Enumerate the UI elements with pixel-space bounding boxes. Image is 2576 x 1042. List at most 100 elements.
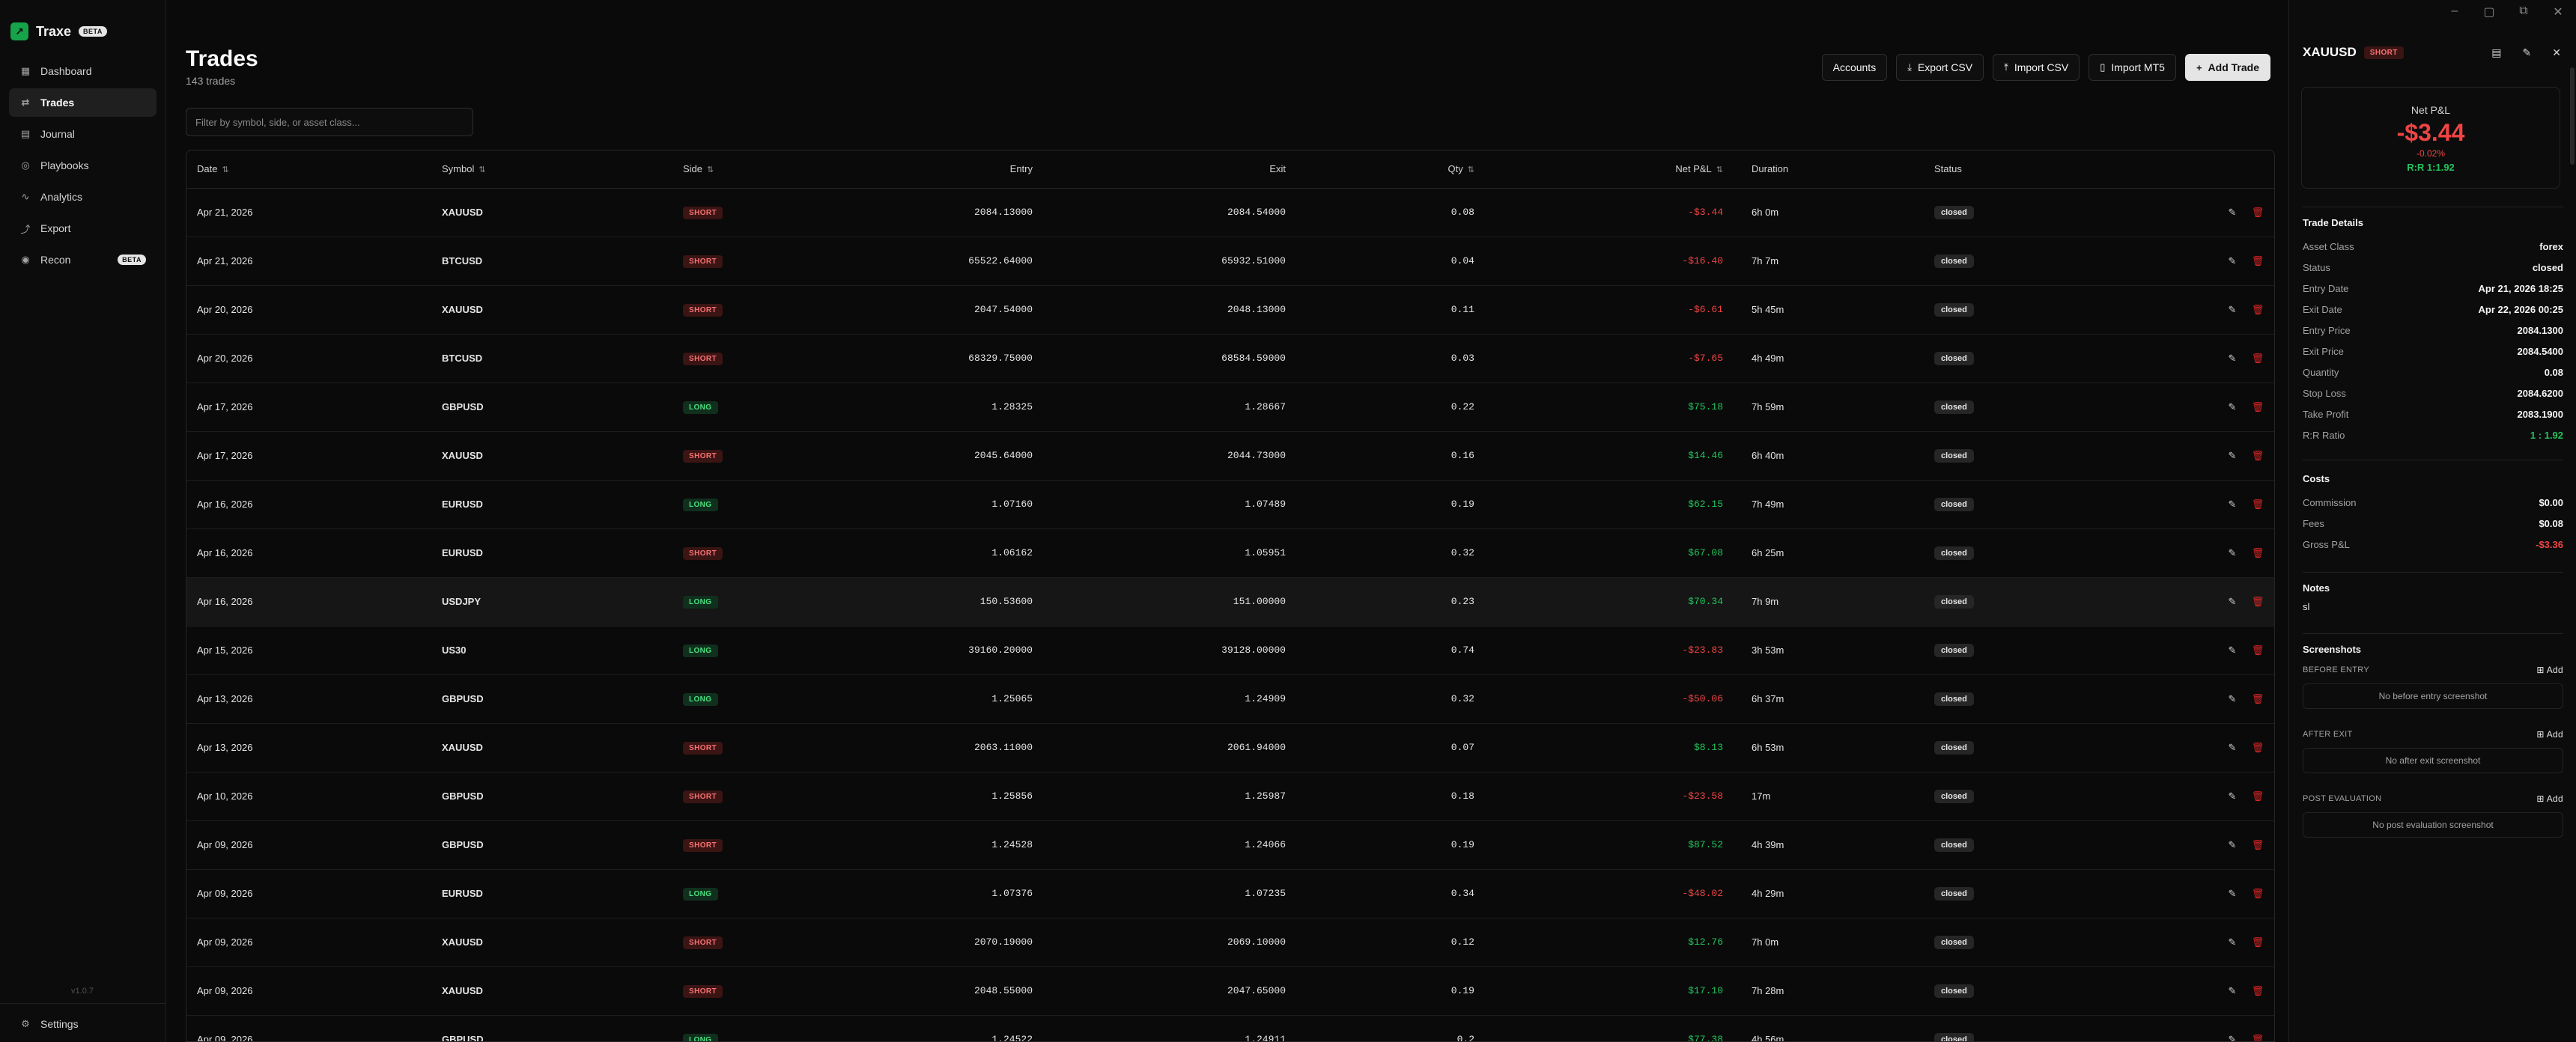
table-row[interactable]: Apr 17, 2026 XAUUSD SHORT 2045.64000 2044.73… xyxy=(186,431,2274,481)
restore-icon[interactable]: ⧉ xyxy=(2516,4,2531,19)
trash-icon[interactable]: 🗑 xyxy=(2250,936,2265,948)
cell-symbol: XAUUSD xyxy=(431,966,672,1016)
table-row[interactable]: Apr 09, 2026 GBPUSD LONG 1.24522 1.24911 0.2 $… xyxy=(186,1015,2274,1042)
sidebar-item-export[interactable]: ⤴ Export xyxy=(9,214,157,243)
cell-side: SHORT xyxy=(672,918,852,967)
table-row[interactable]: Apr 09, 2026 XAUUSD SHORT 2070.19000 2069.10… xyxy=(186,918,2274,967)
edit-icon[interactable]: ✎ xyxy=(2225,304,2240,316)
edit-icon[interactable]: ✎ xyxy=(2225,401,2240,413)
edit-icon[interactable]: ✎ xyxy=(2225,985,2240,997)
edit-icon[interactable]: ✎ xyxy=(2523,46,2532,59)
col-pnl[interactable]: Net P&L ⇅ xyxy=(1485,150,1734,189)
edit-icon[interactable]: ✎ xyxy=(2225,596,2240,608)
add-screenshot-button[interactable]: ⊞ Add xyxy=(2536,665,2563,675)
trash-icon[interactable]: 🗑 xyxy=(2250,742,2265,754)
cell-qty: 0.2 xyxy=(1296,1015,1485,1041)
table-row[interactable]: Apr 21, 2026 XAUUSD SHORT 2084.13000 2084.54… xyxy=(186,188,2274,237)
panel-scrollbar[interactable] xyxy=(2570,67,2575,165)
sidebar-item-journal[interactable]: ▤ Journal xyxy=(9,120,157,148)
table-row[interactable]: Apr 20, 2026 BTCUSD SHORT 68329.75000 68584.… xyxy=(186,334,2274,383)
table-row[interactable]: Apr 20, 2026 XAUUSD SHORT 2047.54000 2048.13… xyxy=(186,285,2274,335)
table-row[interactable]: Apr 13, 2026 XAUUSD SHORT 2063.11000 2061.94… xyxy=(186,723,2274,773)
add-trade-button[interactable]: + Add Trade xyxy=(2184,54,2270,81)
edit-icon[interactable]: ✎ xyxy=(2225,742,2240,754)
table-row[interactable]: Apr 21, 2026 BTCUSD SHORT 65522.64000 65932.… xyxy=(186,237,2274,286)
screenshot-placeholder[interactable]: No post evaluation screenshot xyxy=(2303,812,2563,838)
brand[interactable]: ↗ Traxe BETA xyxy=(0,0,165,48)
sidebar-item-dashboard[interactable]: ▦ Dashboard xyxy=(9,57,157,85)
sidebar-item-recon[interactable]: ◉ Recon BETA xyxy=(9,246,157,274)
sidebar-item-settings[interactable]: ⚙ Settings xyxy=(9,1010,157,1038)
table-row[interactable]: Apr 13, 2026 GBPUSD LONG 1.25065 1.24909 0.32… xyxy=(186,674,2274,724)
trash-icon[interactable]: 🗑 xyxy=(2250,645,2265,656)
close-window-icon[interactable]: ✕ xyxy=(2551,4,2566,19)
close-icon[interactable]: ✕ xyxy=(2552,46,2561,59)
trash-icon[interactable]: 🗑 xyxy=(2250,693,2265,705)
col-qty[interactable]: Qty ⇅ xyxy=(1296,150,1485,189)
edit-icon[interactable]: ✎ xyxy=(2225,450,2240,462)
trash-icon[interactable]: 🗑 xyxy=(2250,839,2265,851)
table-row[interactable]: Apr 09, 2026 EURUSD LONG 1.07376 1.07235 0.34… xyxy=(186,869,2274,918)
table-row[interactable]: Apr 10, 2026 GBPUSD SHORT 1.25856 1.25987 0.1… xyxy=(186,772,2274,821)
edit-icon[interactable]: ✎ xyxy=(2225,547,2240,559)
trash-icon[interactable]: 🗑 xyxy=(2250,499,2265,511)
table-row[interactable]: Apr 09, 2026 XAUUSD SHORT 2048.55000 2047.65… xyxy=(186,966,2274,1016)
trash-icon[interactable]: 🗑 xyxy=(2250,304,2265,316)
minimize-icon[interactable]: – xyxy=(2447,4,2462,19)
table-row[interactable]: Apr 09, 2026 GBPUSD SHORT 1.24528 1.24066 0.1… xyxy=(186,820,2274,870)
col-actions xyxy=(2089,150,2274,189)
sidebar-item-playbooks[interactable]: ◎ Playbooks xyxy=(9,151,157,180)
cell-duration: 17m xyxy=(1734,772,1924,821)
trash-icon[interactable]: 🗑 xyxy=(2250,888,2265,900)
table-row[interactable]: Apr 15, 2026 US30 LONG 39160.20000 39128.000… xyxy=(186,626,2274,675)
trash-icon[interactable]: 🗑 xyxy=(2250,790,2265,802)
detail-row: Entry Date Apr 21, 2026 18:25 xyxy=(2303,278,2563,299)
add-screenshot-button[interactable]: ⊞ Add xyxy=(2536,793,2563,804)
detail-value: Apr 22, 2026 00:25 xyxy=(2478,303,2563,315)
risk-reward: R:R 1:1.92 xyxy=(2407,162,2455,173)
trash-icon[interactable]: 🗑 xyxy=(2250,596,2265,608)
edit-icon[interactable]: ✎ xyxy=(2225,499,2240,511)
table-row[interactable]: Apr 16, 2026 USDJPY LONG 150.53600 151.00000… xyxy=(186,577,2274,627)
screenshot-placeholder[interactable]: No after exit screenshot xyxy=(2303,748,2563,773)
trash-icon[interactable]: 🗑 xyxy=(2250,1034,2265,1042)
edit-icon[interactable]: ✎ xyxy=(2225,888,2240,900)
col-side[interactable]: Side ⇅ xyxy=(672,150,852,189)
screenshots-title: Screenshots xyxy=(2303,644,2362,655)
side-badge: LONG xyxy=(683,498,718,511)
accounts-button[interactable]: Accounts xyxy=(1821,54,1888,81)
trash-icon[interactable]: 🗑 xyxy=(2250,255,2265,267)
side-badge: LONG xyxy=(683,887,718,901)
trash-icon[interactable]: 🗑 xyxy=(2250,401,2265,413)
sidebar-item-analytics[interactable]: ∿ Analytics xyxy=(9,183,157,211)
table-row[interactable]: Apr 16, 2026 EURUSD LONG 1.07160 1.07489 0.19… xyxy=(186,480,2274,529)
import-csv-button[interactable]: ⤒ Import CSV xyxy=(1993,54,2080,81)
edit-icon[interactable]: ✎ xyxy=(2225,790,2240,802)
filter-input[interactable] xyxy=(186,108,473,136)
edit-icon[interactable]: ✎ xyxy=(2225,1034,2240,1042)
edit-icon[interactable]: ✎ xyxy=(2225,255,2240,267)
export-csv-button[interactable]: ⤓ Export CSV xyxy=(1896,54,1984,81)
table-row[interactable]: Apr 16, 2026 EURUSD SHORT 1.06162 1.05951 0.3… xyxy=(186,528,2274,578)
trash-icon[interactable]: 🗑 xyxy=(2250,450,2265,462)
trash-icon[interactable]: 🗑 xyxy=(2250,985,2265,997)
trash-icon[interactable]: 🗑 xyxy=(2250,207,2265,219)
sidebar-item-trades[interactable]: ⇄ Trades xyxy=(9,88,157,117)
edit-icon[interactable]: ✎ xyxy=(2225,353,2240,365)
add-screenshot-button[interactable]: ⊞ Add xyxy=(2536,729,2563,740)
maximize-icon[interactable]: ▢ xyxy=(2482,4,2497,19)
col-symbol[interactable]: Symbol ⇅ xyxy=(431,150,672,189)
import-mt5-button[interactable]: ▯ Import MT5 xyxy=(2089,54,2176,81)
trash-icon[interactable]: 🗑 xyxy=(2250,353,2265,365)
screenshot-placeholder[interactable]: No before entry screenshot xyxy=(2303,683,2563,709)
edit-icon[interactable]: ✎ xyxy=(2225,839,2240,851)
edit-icon[interactable]: ✎ xyxy=(2225,207,2240,219)
cell-duration: 6h 53m xyxy=(1734,723,1924,773)
edit-icon[interactable]: ✎ xyxy=(2225,693,2240,705)
document-icon[interactable]: ▤ xyxy=(2491,46,2501,59)
edit-icon[interactable]: ✎ xyxy=(2225,936,2240,948)
edit-icon[interactable]: ✎ xyxy=(2225,645,2240,656)
trash-icon[interactable]: 🗑 xyxy=(2250,547,2265,559)
table-row[interactable]: Apr 17, 2026 GBPUSD LONG 1.28325 1.28667 0.22… xyxy=(186,383,2274,432)
col-date[interactable]: Date ⇅ xyxy=(186,150,431,189)
